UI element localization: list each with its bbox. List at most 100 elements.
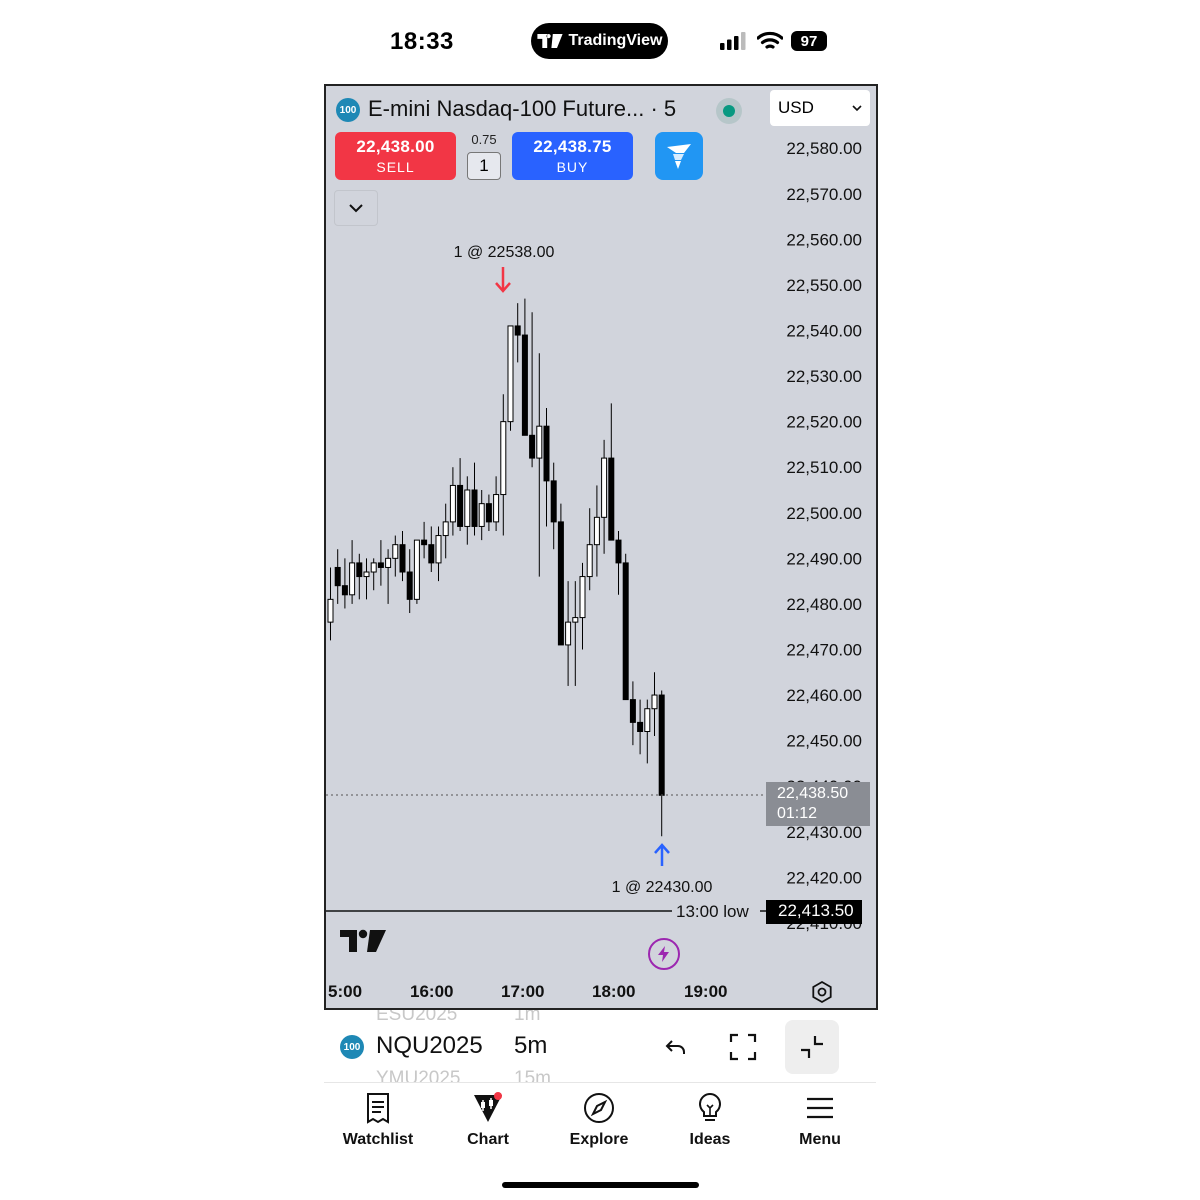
- shrink-icon: [801, 1036, 823, 1058]
- candle: [615, 531, 622, 595]
- candle-body-up: [413, 539, 420, 600]
- market-status-indicator[interactable]: [716, 98, 742, 124]
- sell-label: SELL: [376, 159, 415, 175]
- buy-button[interactable]: 22,438.75 BUY: [512, 132, 633, 180]
- candle-body-up: [579, 576, 586, 619]
- candle-body-down: [637, 721, 644, 732]
- symbol-picker[interactable]: NQU2025: [376, 1032, 483, 1060]
- candle: [442, 503, 449, 559]
- y-tick-label: 22,520.00: [786, 413, 862, 432]
- candle-body-up: [385, 557, 392, 568]
- candle: [399, 531, 406, 582]
- candle-body-up: [442, 521, 449, 537]
- exit-fullscreen-button[interactable]: [785, 1020, 839, 1074]
- candle-body-down: [622, 562, 629, 701]
- candle: [658, 690, 665, 837]
- y-tick-label: 22,540.00: [786, 322, 862, 341]
- collapse-panel-button[interactable]: [334, 190, 378, 226]
- nav-explore[interactable]: Explore: [549, 1091, 649, 1149]
- quantity-input[interactable]: 1: [467, 152, 501, 180]
- interval-picker[interactable]: 5m: [514, 1032, 547, 1060]
- candle-body-down: [608, 457, 615, 541]
- x-tick-label: 16:00: [410, 982, 454, 1001]
- low-line-label: 13:00 low: [672, 902, 753, 922]
- y-tick-label: 22,510.00: [786, 458, 862, 477]
- currency-select[interactable]: USD: [770, 90, 870, 126]
- candle: [341, 558, 348, 609]
- buy-execution-label: 1 @ 22430.00: [612, 879, 713, 896]
- candle: [651, 672, 658, 737]
- compass-icon: [584, 1093, 614, 1123]
- status-clock: 18:33: [390, 28, 454, 55]
- x-tick-label: 5:00: [328, 982, 363, 1001]
- nav-label: Ideas: [689, 1131, 731, 1148]
- candle: [413, 539, 420, 604]
- candle: [334, 549, 341, 604]
- candle: [521, 298, 528, 436]
- x-tick-label: 17:00: [501, 982, 545, 1001]
- currency-value: USD: [778, 98, 814, 117]
- candle-body-down: [399, 544, 406, 573]
- candle-body-up: [349, 562, 356, 596]
- symbol-toolbar: ESU2025 1m YMU2025 15m 100 NQU2025 5m: [324, 1010, 876, 1082]
- candle-body-down: [428, 544, 435, 564]
- candle-body-up: [327, 598, 334, 623]
- nav-menu[interactable]: Menu: [770, 1091, 870, 1149]
- candle: [572, 581, 579, 686]
- candle: [629, 681, 636, 746]
- sell-execution-label: 1 @ 22538.00: [454, 244, 555, 261]
- buy-price: 22,438.75: [533, 137, 612, 156]
- candle-body-up: [464, 489, 471, 527]
- tradingview-pill[interactable]: TradingView: [531, 23, 668, 59]
- y-tick-label: 22,450.00: [786, 732, 862, 751]
- ghost-interval: 1m: [514, 1010, 541, 1025]
- candle-body-down: [550, 480, 557, 523]
- candle-body-up: [601, 457, 608, 518]
- nav-ideas[interactable]: Ideas: [660, 1091, 760, 1149]
- candle-body-up: [370, 562, 377, 573]
- chart-settings-icon[interactable]: [810, 980, 834, 1004]
- lightbulb-icon: [699, 1092, 721, 1121]
- sell-arrow-icon: [495, 267, 511, 293]
- candle-body-up: [493, 494, 500, 523]
- current-price-tag: 22,438.50 01:12: [766, 782, 870, 826]
- ghost-interval: 15m: [514, 1068, 551, 1082]
- chart-panel[interactable]: 22,580.00 22,570.00 22,560.00 22,550.00 22,5…: [324, 84, 878, 1010]
- y-tick-label: 22,420.00: [786, 868, 862, 887]
- candle-body-up: [507, 325, 514, 423]
- buy-label: BUY: [556, 159, 589, 175]
- candle-body-down: [521, 334, 528, 436]
- candle: [622, 553, 629, 701]
- y-tick-label: 22,570.00: [786, 185, 862, 204]
- nav-watchlist[interactable]: Watchlist: [328, 1091, 428, 1149]
- candle: [608, 403, 615, 541]
- candle: [529, 312, 536, 468]
- candle-body-up: [593, 516, 600, 546]
- chart-symbol-title[interactable]: E-mini Nasdaq-100 Future... · 5: [368, 96, 676, 122]
- symbol-badge: 100: [340, 1035, 364, 1059]
- hamburger-menu-icon: [807, 1097, 833, 1119]
- candle: [500, 394, 507, 536]
- undo-icon[interactable]: [662, 1032, 692, 1062]
- y-tick-label: 22,500.00: [786, 504, 862, 523]
- candle: [601, 439, 608, 554]
- candle-body-down: [457, 484, 464, 527]
- chevron-down-icon: [349, 204, 363, 213]
- tradingview-pill-label: TradingView: [568, 32, 663, 49]
- candle: [327, 567, 334, 641]
- watchlist-icon: [367, 1093, 389, 1124]
- broker-button[interactable]: [655, 132, 703, 180]
- sell-button[interactable]: 22,438.00 SELL: [335, 132, 456, 180]
- fullscreen-icon[interactable]: [728, 1032, 758, 1062]
- lightning-icon[interactable]: [648, 938, 680, 970]
- candlestick-chart[interactable]: 22,580.00 22,570.00 22,560.00 22,550.00 22,5…: [326, 86, 876, 1008]
- candle: [485, 494, 492, 531]
- candle: [449, 467, 456, 536]
- y-tick-label: 22,470.00: [786, 640, 862, 659]
- candle: [565, 581, 572, 686]
- candle-body-down: [471, 489, 478, 527]
- chart-tab-icon: [474, 1092, 502, 1122]
- nav-chart[interactable]: Chart: [438, 1091, 538, 1149]
- candle: [637, 699, 644, 755]
- candle: [428, 526, 435, 573]
